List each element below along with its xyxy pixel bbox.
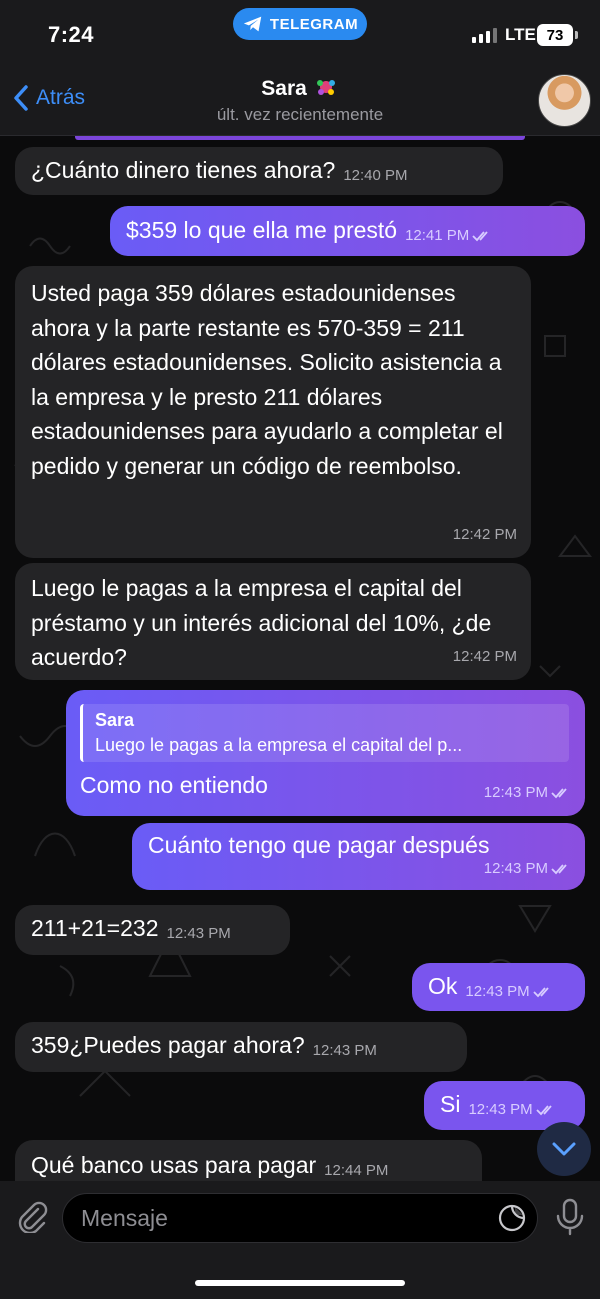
chevron-down-icon (552, 1142, 576, 1156)
message-text: Usted paga 359 dólares estadounidenses a… (31, 280, 503, 479)
message-time: 12:43 PM (483, 783, 548, 801)
contact-name[interactable]: Sara (0, 76, 600, 101)
emoji-status-icon (316, 80, 335, 95)
message-text: 211+21=232 (31, 915, 159, 941)
app-pill-label: TELEGRAM (269, 15, 359, 33)
sticker-icon[interactable] (497, 1203, 527, 1233)
reply-snippet: Luego le pagas a la empresa el capital d… (95, 735, 463, 755)
message-text: Ok (428, 973, 458, 999)
paperclip-icon[interactable] (14, 1199, 48, 1233)
message-text: Qué banco usas para pagar (31, 1152, 317, 1178)
message-bubble-outgoing[interactable]: Cuánto tengo que pagar después 12:43 PM (132, 823, 585, 890)
avatar[interactable] (538, 74, 591, 127)
telegram-icon (243, 16, 262, 32)
message-text: ¿Cuánto dinero tienes ahora? (31, 157, 336, 183)
read-checks-icon (551, 864, 567, 875)
read-checks-icon (472, 231, 488, 242)
message-bubble-outgoing[interactable]: Sara Luego le pagas a la empresa el capi… (66, 690, 585, 816)
message-time: 12:43 PM (166, 925, 231, 942)
message-time: 12:42 PM (452, 525, 517, 543)
microphone-icon[interactable] (553, 1197, 587, 1237)
message-text: Si (440, 1091, 461, 1117)
message-time: 12:43 PM (312, 1042, 377, 1059)
message-bubble-incoming[interactable]: 359¿Puedes pagar ahora? 12:43 PM (15, 1022, 467, 1072)
message-time: 12:41 PM (405, 227, 470, 244)
message-bubble-incoming[interactable]: ¿Cuánto dinero tienes ahora? 12:40 PM (15, 147, 503, 195)
status-time: 7:24 (48, 22, 95, 47)
last-seen: últ. vez recientemente (216, 105, 384, 124)
message-bubble-incoming[interactable]: 211+21=232 12:43 PM (15, 905, 290, 955)
read-checks-icon (536, 1105, 552, 1116)
message-text: Luego le pagas a la empresa el capital d… (31, 575, 492, 670)
home-indicator[interactable] (195, 1280, 405, 1286)
message-bubble-outgoing[interactable]: Ok 12:43 PM (412, 963, 585, 1011)
message-time: 12:43 PM (465, 983, 530, 1000)
message-text: 359¿Puedes pagar ahora? (31, 1032, 305, 1058)
message-text: $359 lo que ella me prestó (126, 217, 398, 243)
reply-preview[interactable]: Sara Luego le pagas a la empresa el capi… (80, 704, 569, 762)
scroll-down-button[interactable] (537, 1122, 591, 1176)
battery-icon: 73 (537, 24, 578, 46)
message-time: 12:42 PM (452, 647, 517, 665)
message-bubble-incoming[interactable]: Luego le pagas a la empresa el capital d… (15, 563, 531, 680)
top-accent-line (75, 136, 525, 140)
read-checks-icon (532, 987, 549, 998)
status-bar: 7:24 TELEGRAM LTE 73 (0, 0, 600, 64)
message-time: 12:43 PM (468, 1101, 533, 1118)
signal-icon (472, 28, 497, 43)
network-label: LTE (505, 25, 536, 44)
telegram-pill[interactable]: TELEGRAM (233, 8, 367, 40)
message-time: 12:43 PM (483, 859, 548, 877)
contact-name-text: Sara (261, 77, 307, 100)
reply-author: Sara (95, 710, 135, 730)
message-input[interactable] (62, 1193, 538, 1243)
message-bubble-incoming[interactable]: Usted paga 359 dólares estadounidenses a… (15, 266, 531, 558)
composer-bar (0, 1181, 600, 1299)
read-checks-icon (551, 788, 567, 799)
battery-level: 73 (546, 26, 564, 44)
message-time: 12:40 PM (343, 167, 408, 184)
message-bubble-outgoing[interactable]: $359 lo que ella me prestó 12:41 PM (110, 206, 585, 256)
chat-header: Atrás Sara últ. vez recientemente (0, 64, 600, 136)
